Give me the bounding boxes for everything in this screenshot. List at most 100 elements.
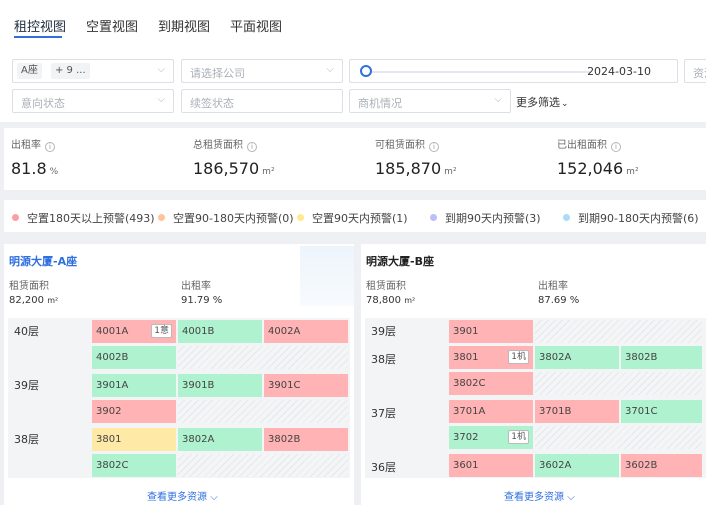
info-icon[interactable]: i: [611, 142, 621, 152]
empty-slot: [178, 400, 348, 423]
rate-value: 91.79 %: [181, 295, 223, 306]
info-icon[interactable]: i: [429, 142, 439, 152]
chevron-down-icon: ⌵: [326, 64, 334, 75]
floor-label: 38层: [14, 433, 39, 446]
unit-cell[interactable]: 4001A 1意: [92, 320, 176, 343]
see-more-button[interactable]: 查看更多资源 ⌵: [504, 488, 575, 503]
building-title[interactable]: 明源大厦-B座: [366, 253, 434, 269]
tab-vacancy[interactable]: 空置视图: [86, 16, 138, 35]
stat-leased-area: 已出租面积 i 152,046 m²: [557, 136, 639, 178]
unit-cell[interactable]: 3701C: [621, 400, 702, 423]
stat-value: 152,046: [557, 159, 624, 178]
active-tab-underline: [14, 36, 62, 38]
chevron-down-icon: ⌵: [157, 94, 165, 105]
more-filters-button[interactable]: 更多筛选⌄: [516, 94, 569, 110]
legend-dot: [297, 214, 304, 221]
unit-cell[interactable]: 3801: [92, 428, 176, 451]
unit-cell[interactable]: 3802A: [178, 428, 262, 451]
building-panel-b: 明源大厦-B座 租赁面积 78,800 m² 出租率 87.69 % 39层 3…: [361, 244, 706, 505]
area-label: 租赁面积: [9, 281, 49, 292]
unit-cell[interactable]: 3902: [92, 400, 176, 423]
building-tag: A座: [17, 63, 42, 79]
stat-label: 总租赁面积: [193, 140, 243, 151]
renew-status-input[interactable]: 续签状态: [181, 89, 343, 113]
date-value: 2024-03-10: [587, 65, 651, 78]
empty-slot: [535, 426, 702, 449]
date-slider-handle[interactable]: [360, 65, 372, 77]
unit-cell[interactable]: 3802A: [535, 346, 619, 369]
floor-label: 40层: [14, 325, 39, 338]
asset-placeholder: 资源: [693, 67, 706, 80]
rate-value: 87.69 %: [538, 295, 580, 306]
unit-cell[interactable]: 3702 1机: [449, 426, 533, 449]
unit-cell[interactable]: 4001B: [178, 320, 262, 343]
date-slider-field[interactable]: 2024-03-10: [349, 59, 678, 83]
legend-dot: [563, 214, 570, 221]
floor-label: 39层: [371, 325, 396, 338]
legend-label: 到期90天内预警(3): [445, 212, 541, 225]
legend-item-expire-90[interactable]: 到期90天内预警(3): [430, 210, 541, 226]
legend-item-vacant-90[interactable]: 空置90天内预警(1): [297, 210, 408, 226]
info-icon[interactable]: i: [247, 142, 257, 152]
empty-slot: [535, 320, 702, 343]
building-more-tag: + 9 ...: [51, 63, 90, 79]
warning-legend: 空置180天以上预警(493) 空置90-180天内预警(0) 空置90天内预警…: [4, 200, 706, 232]
floor-label: 36层: [371, 461, 396, 474]
chevron-down-icon: ⌄: [561, 99, 569, 109]
stat-value: 81.8: [11, 159, 47, 178]
unit-cell[interactable]: 3801 1机: [449, 346, 533, 369]
empty-slot: [535, 372, 702, 395]
tab-floor-plan[interactable]: 平面视图: [230, 16, 282, 35]
unit-cell[interactable]: 4002B: [92, 346, 176, 369]
unit-cell[interactable]: 3901C: [264, 374, 348, 397]
building-select[interactable]: A座 + 9 ... ⌵: [12, 59, 174, 83]
unit-cell[interactable]: 3602A: [535, 454, 619, 477]
floor-label: 38层: [371, 353, 396, 366]
legend-label: 空置180天以上预警(493): [27, 212, 155, 225]
stat-value: 186,570: [193, 159, 260, 178]
building-title[interactable]: 明源大厦-A座: [9, 253, 77, 269]
stat-value: 185,870: [375, 159, 442, 178]
stat-leasable-area: 可租赁面积 i 185,870 m²: [375, 136, 457, 178]
unit-cell[interactable]: 3701A: [449, 400, 533, 423]
area-value: 78,800 m²: [366, 295, 416, 306]
legend-item-vacant-180[interactable]: 空置180天以上预警(493): [12, 210, 155, 226]
more-filters-label: 更多筛选: [516, 96, 560, 109]
legend-dot: [430, 214, 437, 221]
filter-card: 租控视图 空置视图 到期视图 平面视图 A座 + 9 ... ⌵ 请选择公司 ⌵…: [0, 0, 706, 122]
legend-item-expire-90-180[interactable]: 到期90-180天内预警(6): [563, 210, 699, 226]
tab-expiry[interactable]: 到期视图: [158, 16, 210, 35]
asset-select[interactable]: 资源: [684, 59, 706, 83]
area-label: 租赁面积: [366, 281, 406, 292]
unit-cell[interactable]: 4002A: [264, 320, 348, 343]
opportunity-select[interactable]: 商机情况 ⌵: [349, 89, 511, 113]
stat-label: 出租率: [11, 140, 41, 151]
info-icon[interactable]: i: [45, 142, 55, 152]
unit-cell[interactable]: 3901: [449, 320, 533, 343]
unit-cell[interactable]: 3802C: [92, 454, 176, 477]
legend-dot: [12, 214, 19, 221]
unit-cell[interactable]: 3901A: [92, 374, 176, 397]
stat-label: 已出租面积: [557, 140, 607, 151]
unit-cell[interactable]: 3901B: [178, 374, 262, 397]
intent-status-select[interactable]: 意向状态 ⌵: [12, 89, 174, 113]
stat-unit: m²: [626, 167, 639, 177]
stats-card: 出租率 i 81.8% 总租赁面积 i 186,570 m² 可租赁面积 i 185,8…: [4, 128, 706, 190]
legend-item-vacant-90-180[interactable]: 空置90-180天内预警(0): [158, 210, 294, 226]
unit-cell[interactable]: 3601: [449, 454, 533, 477]
see-more-button[interactable]: 查看更多资源 ⌵: [147, 488, 218, 503]
opportunity-badge: 1机: [508, 350, 529, 364]
unit-cell[interactable]: 3802B: [621, 346, 702, 369]
tab-rent-control[interactable]: 租控视图: [14, 16, 66, 35]
rate-label: 出租率: [538, 281, 568, 292]
unit-cell[interactable]: 3701B: [535, 400, 619, 423]
unit-cell[interactable]: 3802B: [264, 428, 348, 451]
opportunity-badge: 1机: [508, 430, 529, 444]
intent-badge: 1意: [151, 324, 172, 338]
date-slider-track[interactable]: [370, 71, 590, 73]
company-select[interactable]: 请选择公司 ⌵: [181, 59, 343, 83]
see-more-label: 查看更多资源: [504, 492, 564, 503]
unit-cell[interactable]: 3802C: [449, 372, 533, 395]
unit-cell[interactable]: 3602B: [621, 454, 702, 477]
chevron-down-icon: ⌵: [157, 64, 165, 75]
